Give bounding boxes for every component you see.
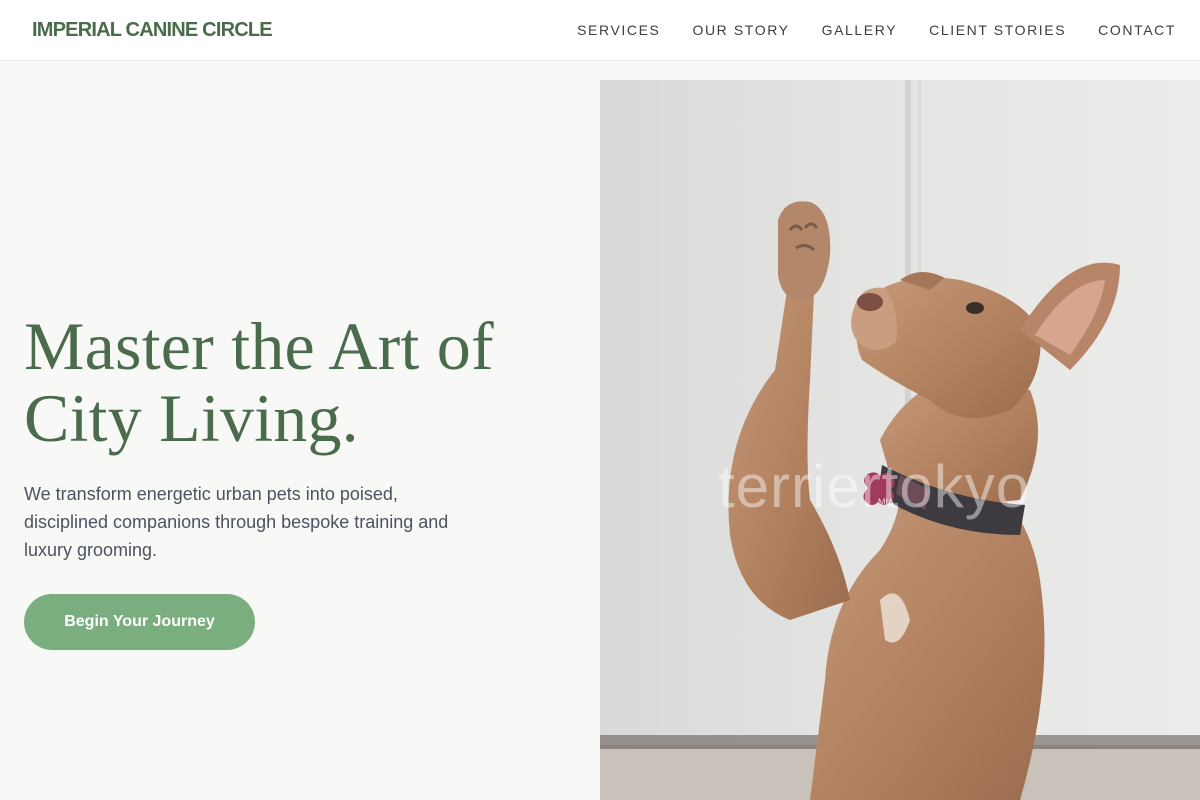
nav-services[interactable]: SERVICES: [577, 22, 660, 38]
brand-logo[interactable]: IMPERIAL CANINE CIRCLE: [32, 19, 273, 42]
begin-journey-button[interactable]: Begin Your Journey: [24, 594, 255, 650]
image-watermark: terriertokyo: [718, 453, 1031, 520]
nav-contact[interactable]: CONTACT: [1098, 22, 1176, 38]
nav-client-stories[interactable]: CLIENT STORIES: [929, 22, 1066, 38]
dog-illustration: MIA: [600, 80, 1200, 800]
nav-gallery[interactable]: GALLERY: [822, 22, 898, 38]
hero-title-line-1: Master the Art of: [24, 308, 494, 384]
hero-title: Master the Art of City Living.: [24, 310, 584, 454]
hero-title-line-2: City Living.: [24, 380, 359, 456]
nav-our-story[interactable]: OUR STORY: [692, 22, 789, 38]
site-header: IMPERIAL CANINE CIRCLE SERVICES OUR STOR…: [0, 0, 1200, 61]
hero-subtitle: We transform energetic urban pets into p…: [24, 484, 449, 560]
main-nav: SERVICES OUR STORY GALLERY CLIENT STORIE…: [577, 22, 1176, 38]
hero-copy: Master the Art of City Living. We transf…: [24, 310, 584, 564]
hero-image: MIA terriertokyo: [600, 80, 1200, 800]
